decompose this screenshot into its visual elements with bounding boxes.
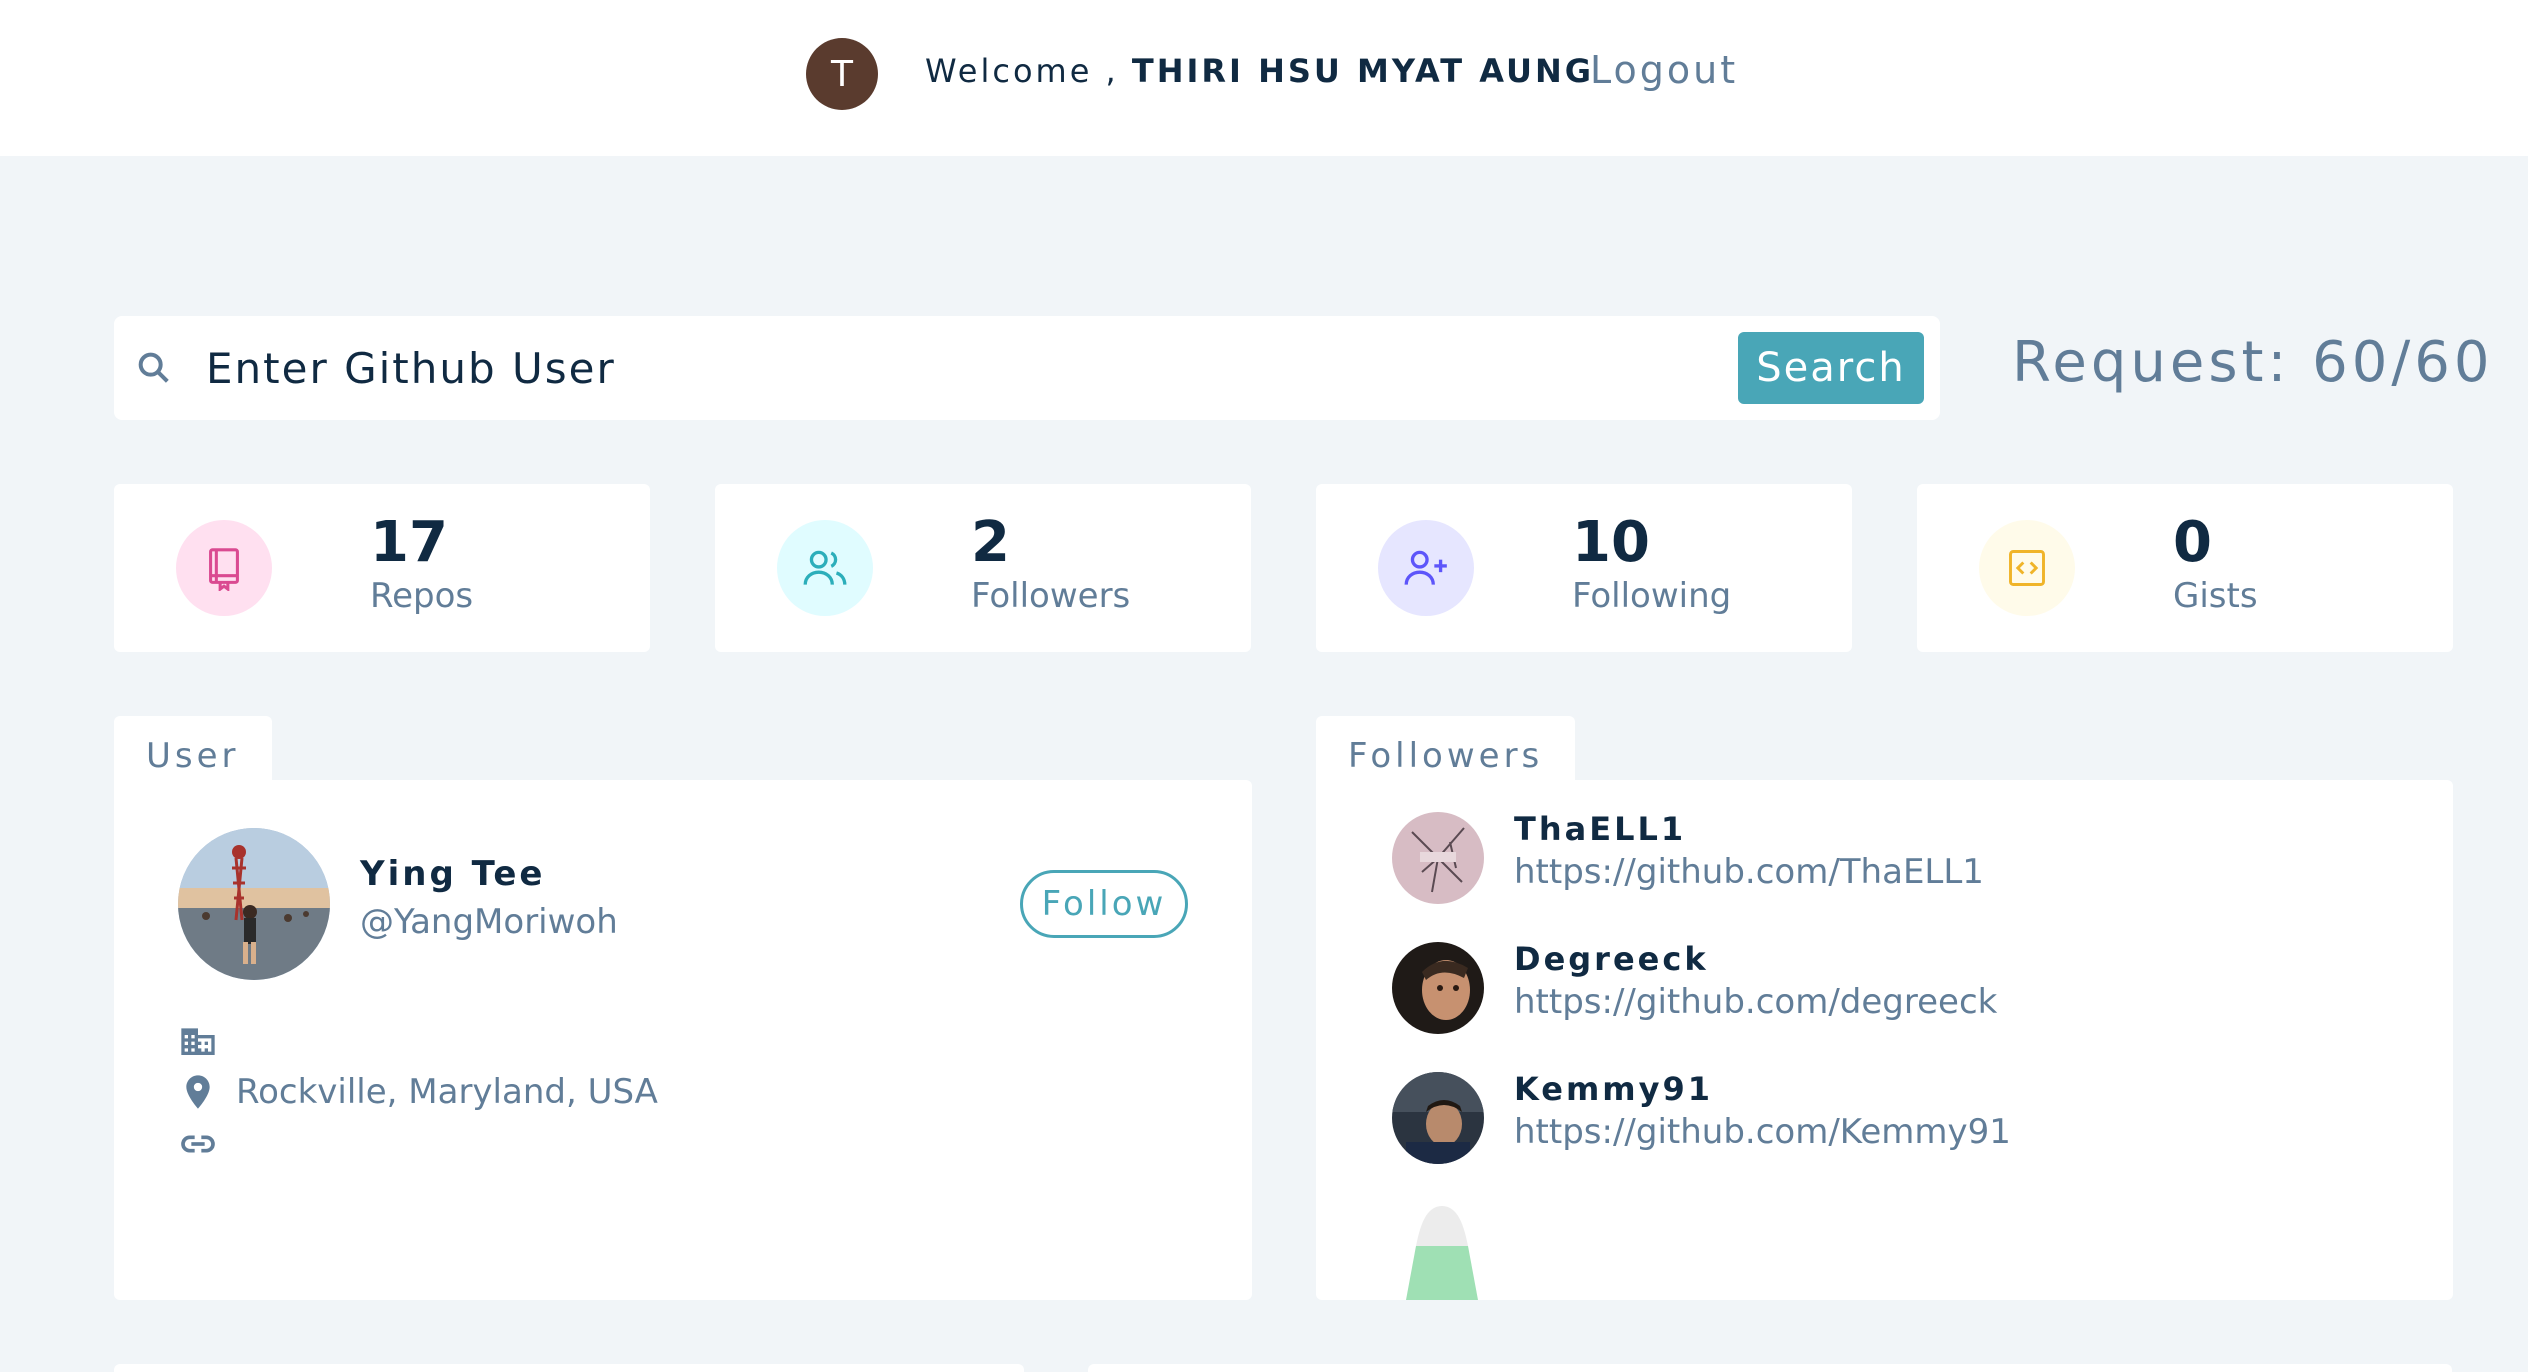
followers-panel-tab: Followers [1316, 716, 1576, 782]
user-location: Rockville, Maryland, USA [236, 1072, 658, 1112]
welcome-message: Welcome , THIRI HSU MYAT AUNG [925, 52, 1594, 90]
stat-card-following: 10 Following [1316, 484, 1852, 652]
book-icon [176, 520, 272, 616]
follower-avatar [1392, 942, 1484, 1034]
code-icon [1979, 520, 2075, 616]
stat-card-followers: 2 Followers [715, 484, 1251, 652]
follower-avatar [1392, 1072, 1484, 1164]
user-name: Ying Tee [360, 854, 546, 894]
stat-card-gists: 0 Gists [1917, 484, 2453, 652]
search-button[interactable]: Search [1738, 332, 1924, 404]
follower-url[interactable]: https://github.com/Kemmy91 [1514, 1112, 2011, 1152]
navbar: T Welcome , THIRI HSU MYAT AUNG Logout [0, 0, 2528, 156]
follower-name: Kemmy91 [1514, 1070, 1714, 1108]
logged-in-user-name: THIRI HSU MYAT AUNG [1131, 52, 1595, 90]
follower-url[interactable]: https://github.com/ThaELL1 [1514, 852, 1984, 892]
followers-count: 2 [971, 510, 1010, 575]
user-plus-icon [1378, 520, 1474, 616]
gists-label: Gists [2173, 576, 2258, 616]
follower-avatar-partial [1406, 1206, 1478, 1300]
follow-button[interactable]: Follow [1020, 870, 1188, 938]
follower-url[interactable]: https://github.com/degreeck [1514, 982, 1997, 1022]
follower-item[interactable]: ThaELL1 https://github.com/ThaELL1 [1392, 810, 2192, 910]
repos-label: Repos [370, 576, 474, 616]
search-input[interactable] [206, 336, 1706, 400]
link-icon [178, 1124, 218, 1164]
search-icon [134, 348, 174, 388]
follower-item[interactable]: Degreeck https://github.com/degreeck [1392, 940, 2192, 1040]
repos-count: 17 [370, 510, 448, 575]
following-label: Following [1572, 576, 1732, 616]
users-icon [777, 520, 873, 616]
followers-panel: ThaELL1 https://github.com/ThaELL1 Degre… [1316, 780, 2453, 1300]
gists-count: 0 [2173, 510, 2212, 575]
user-panel-tab: User [114, 716, 272, 782]
bottom-card-right [1088, 1364, 2452, 1372]
user-panel: Ying Tee @YangMoriwoh Follow Rockville, … [114, 780, 1252, 1300]
location-pin-icon [178, 1072, 218, 1112]
logout-button[interactable]: Logout [1590, 48, 1738, 92]
building-icon [178, 1020, 218, 1060]
request-counter: Request: 60/60 [2012, 330, 2494, 395]
user-login: @YangMoriwoh [360, 902, 618, 942]
welcome-prefix: Welcome , [925, 52, 1132, 90]
following-count: 10 [1572, 510, 1650, 575]
bottom-card-left [114, 1364, 1024, 1372]
follower-name: ThaELL1 [1514, 810, 1687, 848]
user-avatar [178, 828, 330, 980]
search-form: Search [114, 316, 1940, 420]
follower-item[interactable]: Kemmy91 https://github.com/Kemmy91 [1392, 1070, 2192, 1170]
followers-label: Followers [971, 576, 1131, 616]
follower-avatar [1392, 812, 1484, 904]
follower-name: Degreeck [1514, 940, 1709, 978]
stat-card-repos: 17 Repos [114, 484, 650, 652]
nav-avatar[interactable]: T [806, 38, 878, 110]
